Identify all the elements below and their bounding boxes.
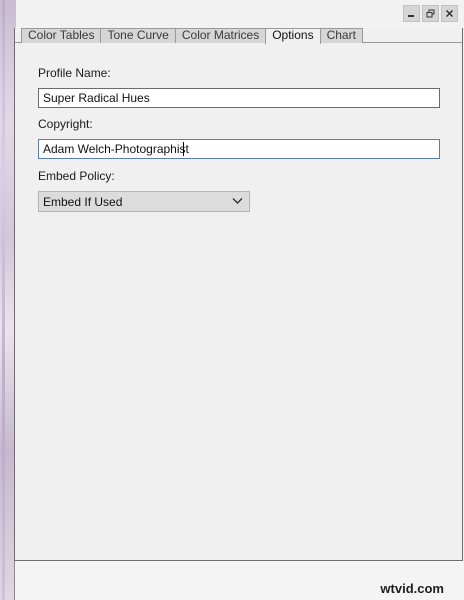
tab-bar: Color Tables Tone Curve Color Matrices O… [21, 28, 363, 44]
minimize-button[interactable] [403, 5, 420, 22]
restore-button[interactable] [422, 5, 439, 22]
copyright-input[interactable] [38, 139, 440, 159]
window-controls [403, 5, 458, 22]
close-button[interactable] [441, 5, 458, 22]
tab-color-tables[interactable]: Color Tables [21, 28, 102, 43]
minimize-icon [408, 15, 414, 17]
embed-policy-value: Embed If Used [43, 194, 123, 209]
close-icon [445, 9, 454, 18]
profile-name-input[interactable] [38, 88, 440, 108]
profile-name-label: Profile Name: [38, 66, 111, 80]
top-bar [0, 0, 464, 28]
watermark: wtvid.com [380, 581, 444, 596]
copyright-label: Copyright: [38, 117, 93, 131]
embed-policy-label: Embed Policy: [38, 169, 115, 183]
tab-chart[interactable]: Chart [319, 28, 363, 43]
text-caret [183, 142, 184, 156]
tab-options[interactable]: Options [265, 28, 321, 44]
options-panel: Color Tables Tone Curve Color Matrices O… [14, 28, 463, 561]
restore-icon [426, 9, 435, 18]
tab-color-matrices[interactable]: Color Matrices [174, 28, 267, 43]
tab-tone-curve[interactable]: Tone Curve [100, 28, 176, 43]
chevron-down-icon [232, 198, 243, 204]
embed-policy-select[interactable]: Embed If Used [38, 191, 250, 212]
